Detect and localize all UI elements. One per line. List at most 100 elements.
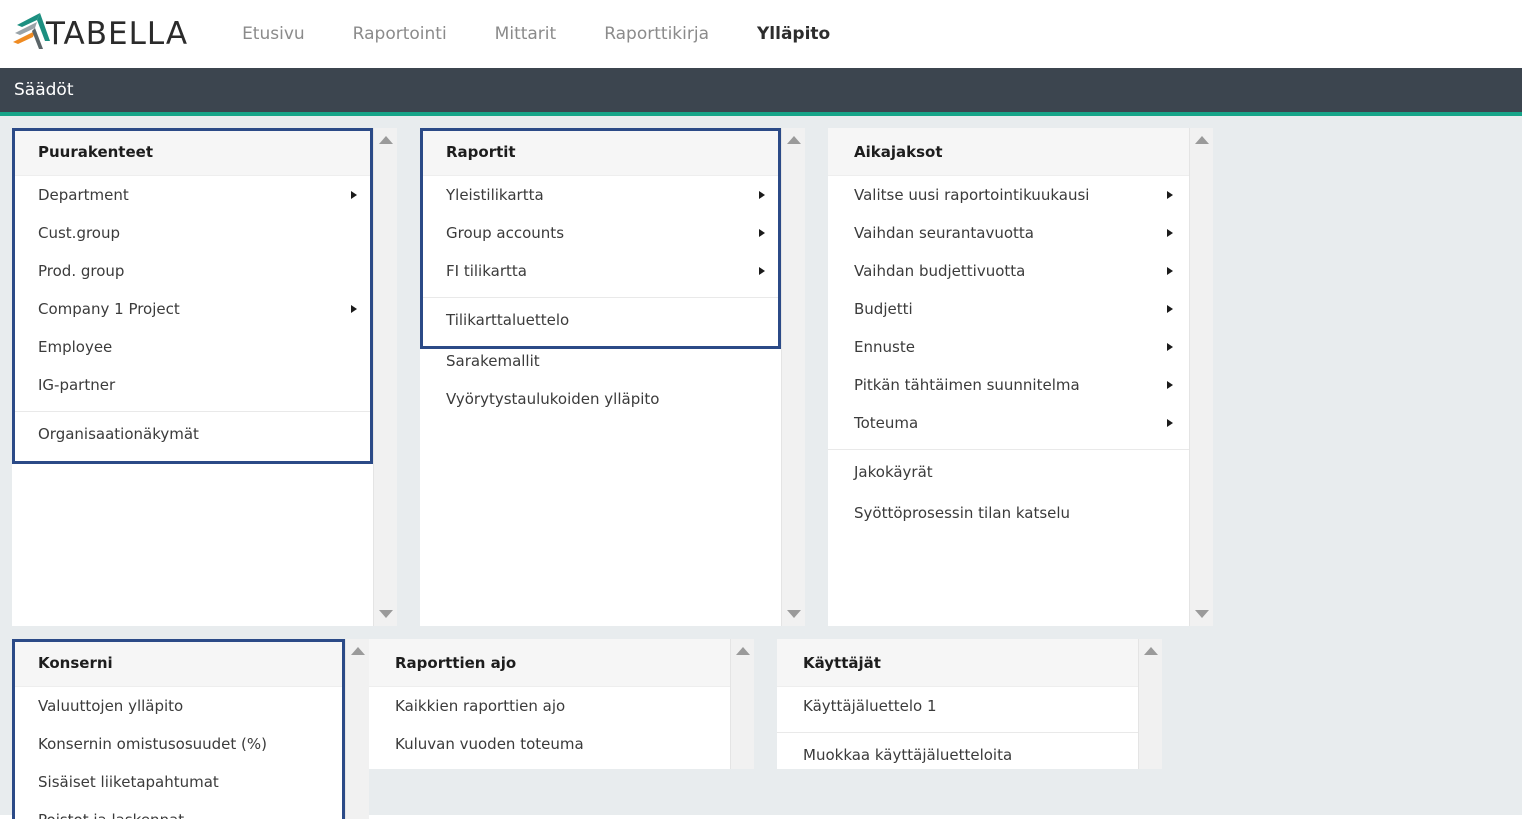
menu-item-prod-group[interactable]: Prod. group <box>12 252 373 290</box>
panel-body-aikajaksot: Valitse uusi raportointikuukausi Vaihdan… <box>828 176 1189 626</box>
menu-item-syottoprosessin-tilan-katselu[interactable]: Syöttöprosessin tilan katselu <box>828 494 1189 532</box>
menu-item-fi-tilikartta[interactable]: FI tilikartta <box>420 252 781 290</box>
panel-body-puurakenteet: Department Cust.group Prod. group Compan… <box>12 176 373 626</box>
menu-item-pitkan-tahtaimen-suunnitelma[interactable]: Pitkän tähtäimen suunnitelma <box>828 366 1189 404</box>
triangle-up-icon[interactable] <box>1195 136 1209 144</box>
menu-item-label: Sisäiset liiketapahtumat <box>38 773 331 791</box>
menu-item-konsernin-omistusosuudet[interactable]: Konsernin omistusosuudet (%) <box>12 725 345 763</box>
menu-item-employee[interactable]: Employee <box>12 328 373 366</box>
nav-item-etusivu[interactable]: Etusivu <box>218 24 329 44</box>
nav-item-raportointi[interactable]: Raportointi <box>329 24 471 44</box>
panel-header-aikajaksot: Aikajaksot <box>828 128 1189 176</box>
menu-item-tilikarttaluettelo[interactable]: Tilikarttaluettelo <box>420 297 781 342</box>
panel-title: Aikajaksot <box>854 143 943 161</box>
triangle-up-icon[interactable] <box>379 136 393 144</box>
tabella-logo-icon <box>10 11 58 57</box>
menu-item-ig-partner[interactable]: IG-partner <box>12 366 373 404</box>
menu-item-label: Käyttäjäluettelo 1 <box>803 697 1124 715</box>
chevron-right-icon <box>1167 343 1173 351</box>
menu-item-label: Valuuttojen ylläpito <box>38 697 331 715</box>
menu-item-ennuste[interactable]: Ennuste <box>828 328 1189 366</box>
menu-item-vaihdan-budjettivuotta[interactable]: Vaihdan budjettivuotta <box>828 252 1189 290</box>
triangle-up-icon[interactable] <box>787 136 801 144</box>
chevron-right-icon <box>759 267 765 275</box>
menu-item-label: Cust.group <box>38 224 359 242</box>
chevron-right-icon <box>1167 267 1173 275</box>
panel-body-konserni: Valuuttojen ylläpito Konsernin omistusos… <box>12 687 345 819</box>
triangle-down-icon[interactable] <box>1195 610 1209 618</box>
triangle-up-icon[interactable] <box>351 647 365 655</box>
section-header-bar: Säädöt <box>0 68 1522 116</box>
column-gutter <box>754 639 777 819</box>
page-content: Puurakenteet Department Cust.group Prod.… <box>0 116 1522 815</box>
triangle-up-icon[interactable] <box>1144 647 1158 655</box>
column-gutter <box>397 128 420 639</box>
menu-item-company-1-project[interactable]: Company 1 Project <box>12 290 373 328</box>
menu-item-label: Employee <box>38 338 359 356</box>
menu-item-valuuttojen-yllapito[interactable]: Valuuttojen ylläpito <box>12 687 345 725</box>
panel-title: Käyttäjät <box>803 654 881 672</box>
triangle-down-icon[interactable] <box>787 610 801 618</box>
panel-raportit: Raportit Yleistilikartta Group accounts … <box>420 128 781 626</box>
menu-item-sarakemallit[interactable]: Sarakemallit <box>420 342 781 380</box>
scrollbar-aikajaksot[interactable] <box>1189 128 1213 626</box>
nav-links: Etusivu Raportointi Mittarit Raporttikir… <box>218 24 854 44</box>
nav-item-mittarit[interactable]: Mittarit <box>471 24 581 44</box>
menu-item-sisaiset-liiketapahtumat[interactable]: Sisäiset liiketapahtumat <box>12 763 345 801</box>
chevron-right-icon <box>351 191 357 199</box>
scrollbar-kayttajat[interactable] <box>1138 639 1162 769</box>
column-raportit: Raportit Yleistilikartta Group accounts … <box>420 128 805 626</box>
column-aikajaksot: Aikajaksot Valitse uusi raportointikuuka… <box>828 128 1213 626</box>
menu-item-label: Department <box>38 186 351 204</box>
chevron-right-icon <box>1167 229 1173 237</box>
chevron-right-icon <box>1167 419 1173 427</box>
panel-header-konserni: Konserni <box>12 639 345 687</box>
menu-item-valitse-uusi-raportointikuukausi[interactable]: Valitse uusi raportointikuukausi <box>828 176 1189 214</box>
menu-item-label: Jakokäyrät <box>854 463 1175 481</box>
triangle-down-icon[interactable] <box>379 610 393 618</box>
panel-title: Puurakenteet <box>38 143 153 161</box>
chevron-right-icon <box>351 305 357 313</box>
menu-item-kaikkien-raporttien-ajo[interactable]: Kaikkien raporttien ajo <box>369 687 730 725</box>
menu-item-muokkaa-kayttajaluetteloita[interactable]: Muokkaa käyttäjäluetteloita <box>777 732 1138 777</box>
menu-item-toteuma[interactable]: Toteuma <box>828 404 1189 442</box>
menu-item-organisaationakymat[interactable]: Organisaationäkymät <box>12 411 373 456</box>
scrollbar-raporttien-ajo[interactable] <box>730 639 754 769</box>
chevron-right-icon <box>1167 381 1173 389</box>
menu-item-vyorytystaulukoiden-yllapito[interactable]: Vyörytystaulukoiden ylläpito <box>420 380 781 418</box>
menu-item-label: Vaihdan seurantavuotta <box>854 224 1167 242</box>
menu-item-label: Kuluvan vuoden toteuma <box>395 735 716 753</box>
chevron-right-icon <box>1167 191 1173 199</box>
scrollbar-raportit[interactable] <box>781 128 805 626</box>
column-puurakenteet: Puurakenteet Department Cust.group Prod.… <box>12 128 397 626</box>
menu-item-label: Vyörytystaulukoiden ylläpito <box>446 390 767 408</box>
menu-item-budjetti[interactable]: Budjetti <box>828 290 1189 328</box>
menu-item-label: Prod. group <box>38 262 359 280</box>
menu-item-cust-group[interactable]: Cust.group <box>12 214 373 252</box>
menu-item-group-accounts[interactable]: Group accounts <box>420 214 781 252</box>
menu-item-department[interactable]: Department <box>12 176 373 214</box>
nav-item-raporttikirja[interactable]: Raporttikirja <box>580 24 733 44</box>
menu-item-label: Konsernin omistusosuudet (%) <box>38 735 331 753</box>
menu-item-label: Syöttöprosessin tilan katselu <box>854 504 1175 522</box>
menu-item-label: Valitse uusi raportointikuukausi <box>854 186 1167 204</box>
triangle-up-icon[interactable] <box>736 647 750 655</box>
chevron-right-icon <box>759 229 765 237</box>
menu-item-label: Group accounts <box>446 224 759 242</box>
scrollbar-konserni[interactable] <box>345 639 369 819</box>
panel-aikajaksot: Aikajaksot Valitse uusi raportointikuuka… <box>828 128 1189 626</box>
panel-header-raporttien-ajo: Raporttien ajo <box>369 639 730 687</box>
menu-item-vaihdan-seurantavuotta[interactable]: Vaihdan seurantavuotta <box>828 214 1189 252</box>
menu-item-label: Tilikarttaluettelo <box>446 311 767 329</box>
menu-item-jakokayrat[interactable]: Jakokäyrät <box>828 449 1189 494</box>
menu-item-yleistilikartta[interactable]: Yleistilikartta <box>420 176 781 214</box>
panel-title: Konserni <box>38 654 113 672</box>
menu-item-kayttajaluettelo-1[interactable]: Käyttäjäluettelo 1 <box>777 687 1138 725</box>
menu-item-kuluvan-vuoden-toteuma[interactable]: Kuluvan vuoden toteuma <box>369 725 730 763</box>
nav-item-yllapito[interactable]: Ylläpito <box>733 24 854 44</box>
menu-item-poistot-ja-laskennat[interactable]: Poistot ja laskennat <box>12 801 345 819</box>
scrollbar-puurakenteet[interactable] <box>373 128 397 626</box>
menu-item-label: Poistot ja laskennat <box>38 811 331 819</box>
chevron-right-icon <box>1167 305 1173 313</box>
brand-logo-group[interactable]: TABELLA <box>10 0 188 68</box>
